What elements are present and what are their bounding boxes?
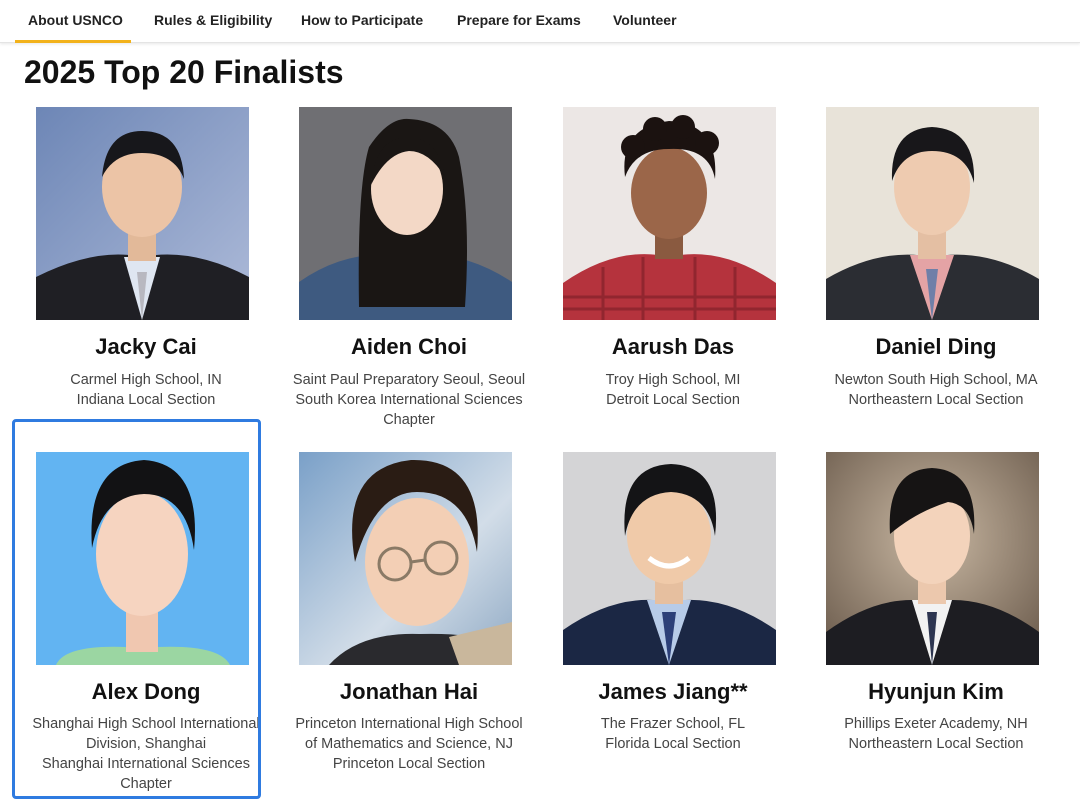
finalist-name[interactable]: Jonathan Hai xyxy=(277,678,541,706)
portrait-image xyxy=(826,107,1039,320)
finalist-name[interactable]: Jacky Cai xyxy=(14,333,278,361)
finalist-school: The Frazer School, FL xyxy=(600,716,746,732)
finalist-school: Princeton International High School xyxy=(295,716,523,732)
nav-item-about-usnco[interactable]: About USNCO xyxy=(15,0,131,43)
portrait-image xyxy=(563,107,776,320)
finalist-photo[interactable] xyxy=(36,107,249,320)
finalist-school: Carmel High School, IN xyxy=(70,372,222,388)
finalist-photo[interactable] xyxy=(563,107,776,320)
nav-item-rules-eligibility[interactable]: Rules & Eligibility xyxy=(154,0,272,40)
finalist-info: Troy High School, MI Detroit Local Secti… xyxy=(541,370,805,410)
finalist-school: Newton South High School, MA xyxy=(834,372,1038,388)
finalist-photo[interactable] xyxy=(299,107,512,320)
portrait-image xyxy=(36,452,249,665)
page-title: 2025 Top 20 Finalists xyxy=(24,54,344,90)
finalist-section: Northeastern Local Section xyxy=(848,392,1024,408)
finalist-school-cont: of Mathematics and Science, NJ xyxy=(305,736,513,752)
finalist-photo[interactable] xyxy=(299,452,512,665)
finalist-card[interactable]: Aiden Choi Saint Paul Preparatory Seoul,… xyxy=(277,107,541,437)
finalist-section-cont: Chapter xyxy=(120,776,172,792)
nav-item-prepare-for-exams[interactable]: Prepare for Exams xyxy=(457,0,581,40)
finalist-info: Newton South High School, MA Northeaster… xyxy=(804,370,1068,410)
finalist-section: Indiana Local Section xyxy=(76,392,216,408)
finalist-card[interactable]: Hyunjun Kim Phillips Exeter Academy, NH … xyxy=(804,452,1068,782)
finalist-info: Shanghai High School International Divis… xyxy=(14,714,278,794)
finalist-info: Saint Paul Preparatory Seoul, Seoul Sout… xyxy=(277,370,541,430)
finalist-name[interactable]: Daniel Ding xyxy=(804,333,1068,361)
finalist-section: South Korea International Sciences xyxy=(295,392,523,408)
finalist-name[interactable]: Aiden Choi xyxy=(277,333,541,361)
finalist-photo[interactable] xyxy=(563,452,776,665)
portrait-image xyxy=(826,452,1039,665)
finalist-info: Princeton International High School of M… xyxy=(277,714,541,774)
finalist-name[interactable]: James Jiang** xyxy=(541,678,805,706)
finalist-info: The Frazer School, FL Florida Local Sect… xyxy=(541,714,805,754)
finalist-info: Phillips Exeter Academy, NH Northeastern… xyxy=(804,714,1068,754)
nav-item-volunteer[interactable]: Volunteer xyxy=(613,0,677,40)
finalist-card[interactable]: Jacky Cai Carmel High School, IN Indiana… xyxy=(14,107,278,437)
finalist-photo[interactable] xyxy=(826,452,1039,665)
finalist-school-cont: Division, Shanghai xyxy=(85,736,207,752)
finalist-name[interactable]: Aarush Das xyxy=(541,333,805,361)
finalist-school: Saint Paul Preparatory Seoul, Seoul xyxy=(292,372,526,388)
top-nav: About USNCO Rules & Eligibility How to P… xyxy=(0,0,1080,43)
finalist-section: Northeastern Local Section xyxy=(848,736,1024,752)
portrait-image xyxy=(36,107,249,320)
finalist-name[interactable]: Hyunjun Kim xyxy=(804,678,1068,706)
finalist-info: Carmel High School, IN Indiana Local Sec… xyxy=(14,370,278,410)
finalist-photo[interactable] xyxy=(826,107,1039,320)
finalist-section: Shanghai International Sciences xyxy=(42,756,250,772)
finalist-section-cont: Chapter xyxy=(383,412,435,428)
finalist-card[interactable]: Daniel Ding Newton South High School, MA… xyxy=(804,107,1068,437)
portrait-image xyxy=(299,107,512,320)
finalist-card[interactable]: Jonathan Hai Princeton International Hig… xyxy=(277,452,541,782)
finalist-photo[interactable] xyxy=(36,452,249,665)
finalist-card[interactable]: Alex Dong Shanghai High School Internati… xyxy=(14,452,278,798)
portrait-image xyxy=(563,452,776,665)
finalist-section: Florida Local Section xyxy=(605,736,741,752)
finalist-school: Troy High School, MI xyxy=(605,372,741,388)
nav-item-how-to-participate[interactable]: How to Participate xyxy=(301,0,423,40)
finalist-card[interactable]: Aarush Das Troy High School, MI Detroit … xyxy=(541,107,805,437)
portrait-image xyxy=(299,452,512,665)
finalist-card[interactable]: James Jiang** The Frazer School, FL Flor… xyxy=(541,452,805,782)
finalist-school: Phillips Exeter Academy, NH xyxy=(844,716,1028,732)
finalist-section: Detroit Local Section xyxy=(606,392,740,408)
finalist-school: Shanghai High School International xyxy=(32,716,260,732)
finalist-section: Princeton Local Section xyxy=(332,756,486,772)
finalist-name[interactable]: Alex Dong xyxy=(14,678,278,706)
